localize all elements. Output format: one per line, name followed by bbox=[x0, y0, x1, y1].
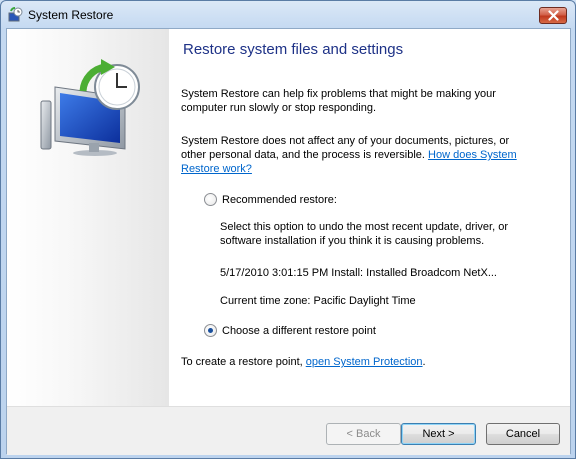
cancel-button[interactable]: Cancel bbox=[486, 423, 560, 445]
sidebar-panel bbox=[7, 29, 169, 406]
window-title: System Restore bbox=[28, 8, 114, 22]
different-restore-label[interactable]: Choose a different restore point bbox=[222, 325, 376, 337]
note-paragraph: System Restore does not affect any of yo… bbox=[181, 134, 531, 176]
different-restore-option[interactable]: Choose a different restore point bbox=[204, 324, 376, 337]
system-restore-monitor-clock-icon bbox=[40, 59, 140, 156]
create-text: To create a restore point, bbox=[181, 356, 306, 368]
open-system-protection-link[interactable]: open System Protection bbox=[306, 356, 423, 368]
button-bar: < Back Next > Cancel bbox=[7, 406, 570, 455]
restore-point-info: 5/17/2010 3:01:15 PM Install: Installed … bbox=[220, 267, 497, 279]
recommended-restore-label[interactable]: Recommended restore: bbox=[222, 194, 337, 206]
recommended-restore-radio[interactable] bbox=[204, 193, 217, 206]
page-title: Restore system files and settings bbox=[183, 41, 404, 58]
close-button[interactable] bbox=[539, 7, 567, 24]
system-restore-icon bbox=[7, 7, 23, 23]
create-end: . bbox=[422, 356, 426, 368]
title-bar: System Restore bbox=[1, 1, 575, 29]
create-restore-point-text: To create a restore point, open System P… bbox=[181, 355, 531, 369]
timezone-info: Current time zone: Pacific Daylight Time bbox=[220, 295, 416, 307]
recommended-description: Select this option to undo the most rece… bbox=[220, 221, 509, 247]
close-icon bbox=[547, 10, 559, 21]
different-restore-radio[interactable] bbox=[204, 324, 217, 337]
main-content: Restore system files and settings System… bbox=[181, 29, 561, 406]
intro-text: System Restore can help fix problems tha… bbox=[181, 88, 496, 114]
dialog-client-area: Restore system files and settings System… bbox=[6, 28, 571, 455]
back-button[interactable]: < Back bbox=[326, 423, 401, 445]
system-restore-window: System Restore Restore system files and … bbox=[0, 0, 576, 459]
next-button[interactable]: Next > bbox=[401, 423, 476, 445]
recommended-restore-option[interactable]: Recommended restore: bbox=[204, 193, 337, 206]
